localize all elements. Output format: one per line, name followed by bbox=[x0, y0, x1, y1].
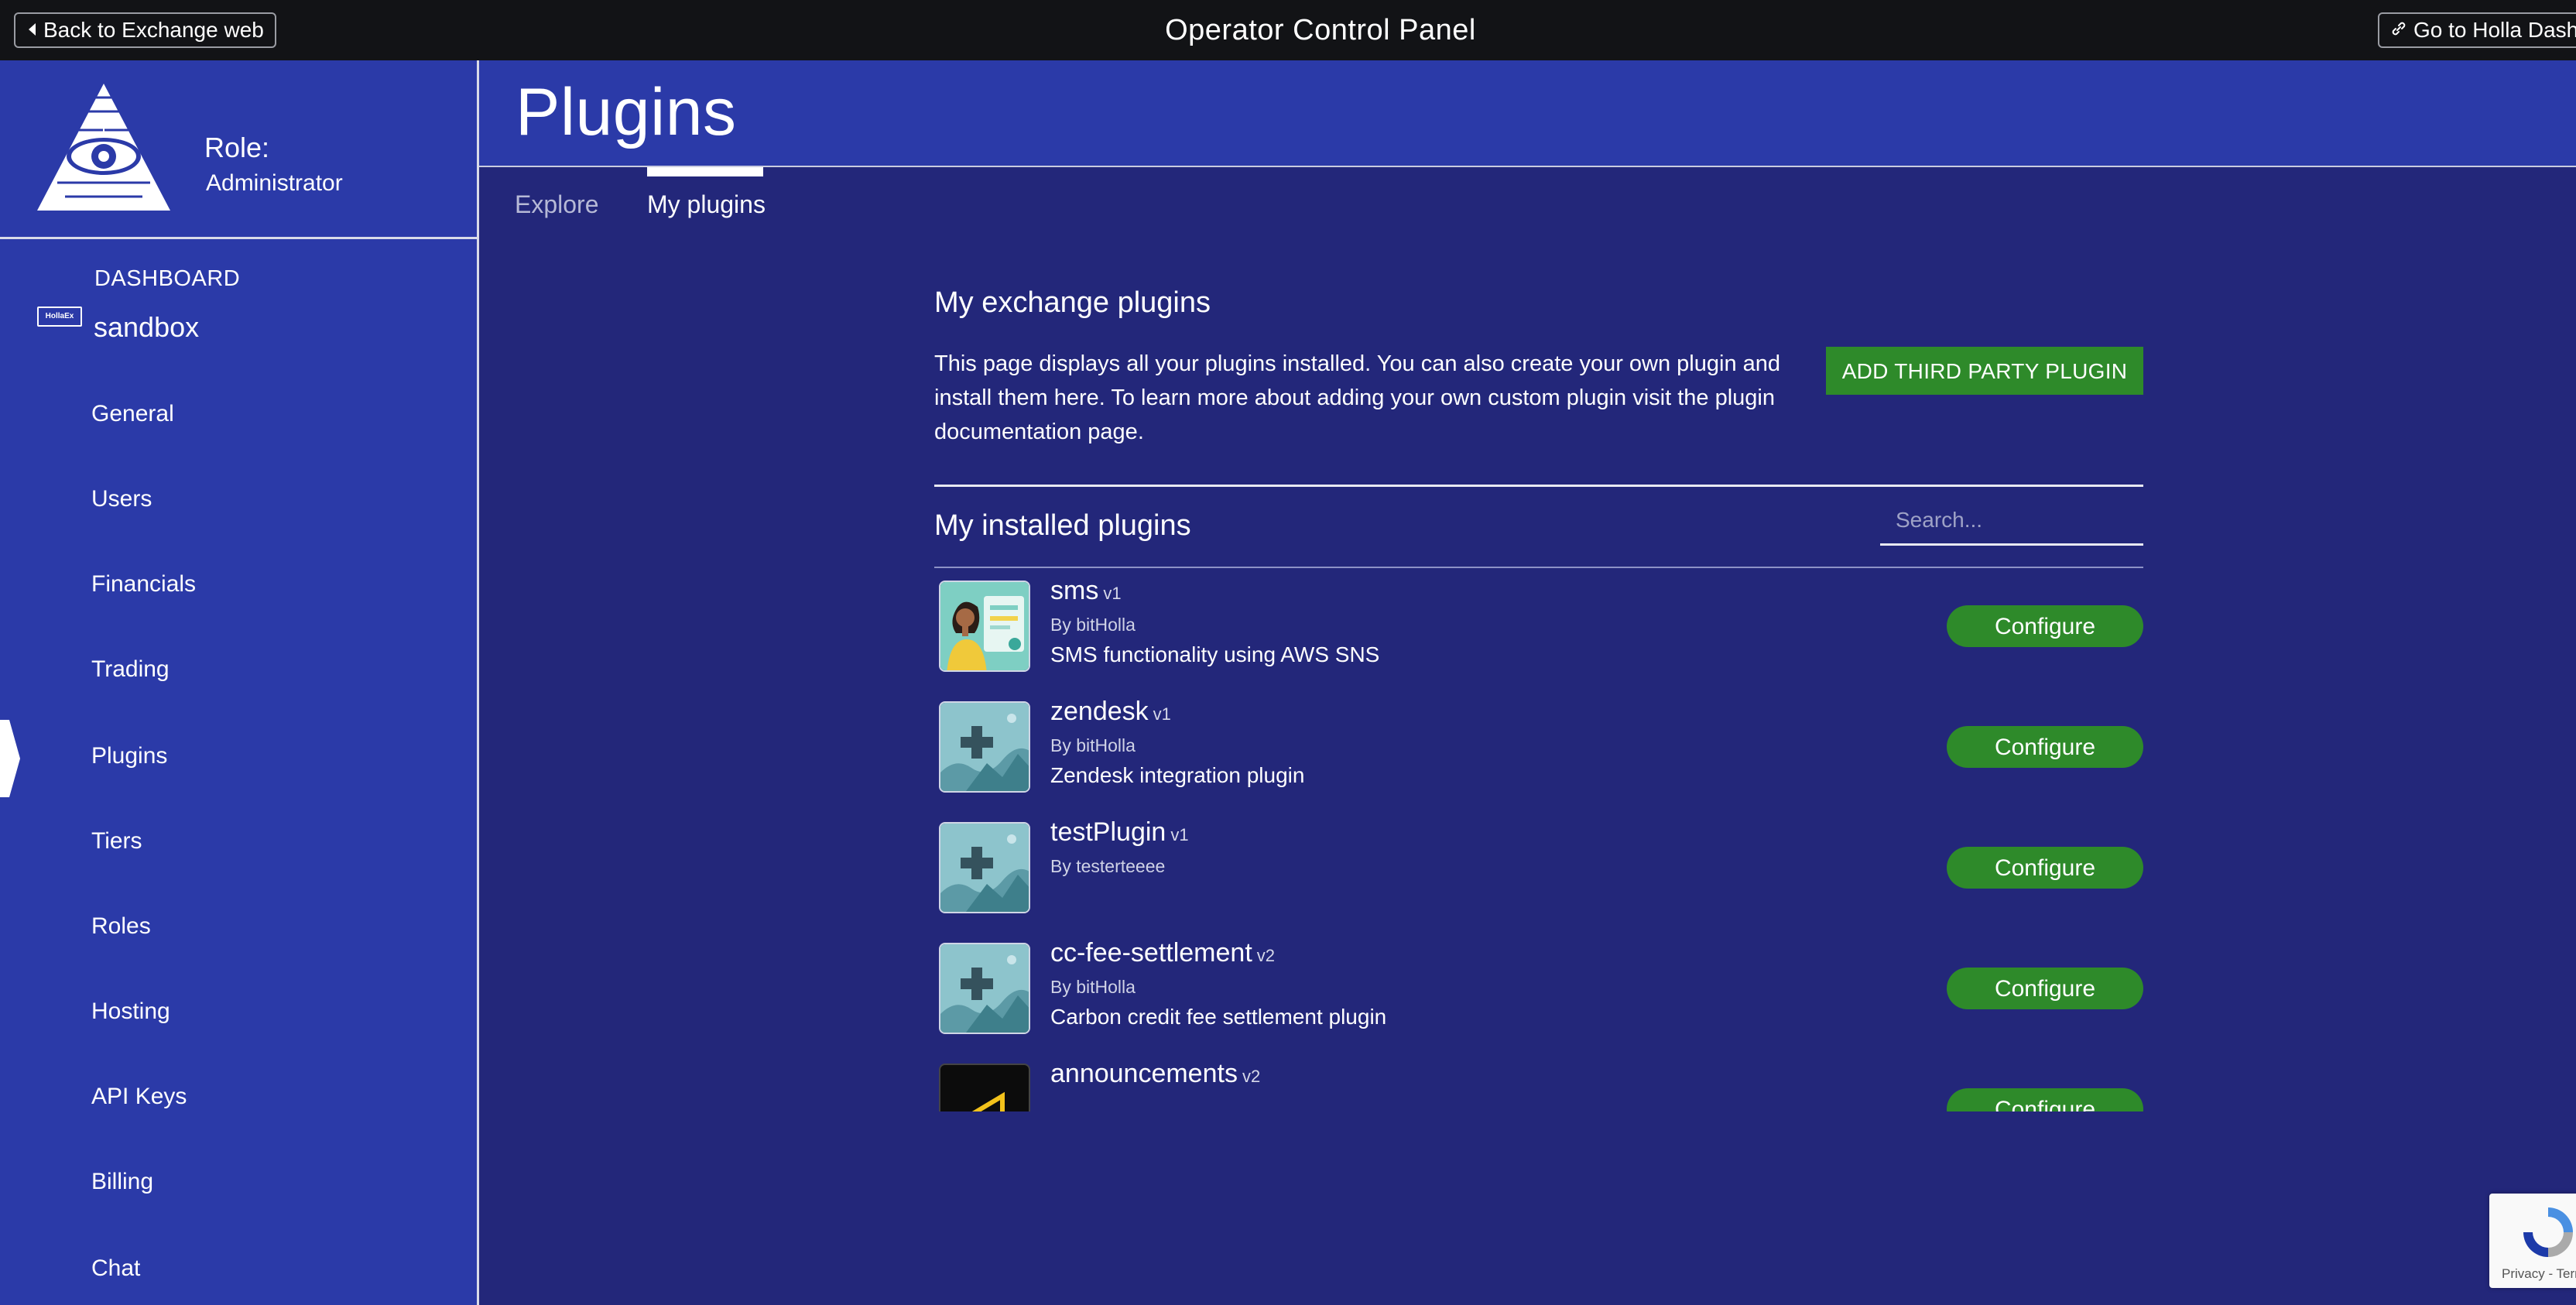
plugin-version: v1 bbox=[1153, 704, 1171, 724]
plugin-name: zendesk v1 bbox=[1050, 697, 1171, 726]
panel-title: Operator Control Panel bbox=[1165, 14, 1476, 46]
go-to-dash-button[interactable]: Go to Holla Dash bbox=[2378, 12, 2576, 48]
active-tab-indicator bbox=[647, 167, 763, 176]
section-title: My exchange plugins bbox=[934, 286, 1211, 319]
divider bbox=[934, 485, 2143, 487]
section-description: This page displays all your plugins inst… bbox=[934, 351, 1781, 444]
role-value: Administrator bbox=[206, 170, 343, 196]
plugin-name: cc-fee-settlement v2 bbox=[1050, 938, 1276, 968]
sidebar-item-api-keys[interactable]: API Keys bbox=[91, 1084, 187, 1110]
plugin-row-announcements: announcements v2 Configure bbox=[934, 1059, 2143, 1111]
search-box bbox=[1880, 500, 2143, 546]
eye-pyramid-logo-icon bbox=[37, 84, 170, 211]
sidebar-header: Role: Administrator bbox=[0, 60, 477, 239]
search-input[interactable] bbox=[1880, 500, 2140, 540]
dashboard-label: DASHBOARD bbox=[94, 266, 241, 291]
plugin-row-sms: sms v1 By bitHolla SMS functionality usin… bbox=[934, 581, 2143, 701]
plugin-description: SMS functionality using AWS SNS bbox=[1050, 642, 1380, 666]
sidebar-item-billing[interactable]: Billing bbox=[91, 1169, 153, 1195]
recaptcha-privacy-terms[interactable]: Privacy - Terms bbox=[2502, 1266, 2576, 1282]
tab-my-plugins[interactable]: My plugins bbox=[647, 190, 766, 219]
tab-explore[interactable]: Explore bbox=[515, 190, 599, 219]
plugin-row-testplugin: testPlugin v1 By testerteeee Configure bbox=[934, 817, 2143, 943]
plugin-name: announcements v2 bbox=[1050, 1059, 1261, 1088]
plugin-version: v1 bbox=[1103, 584, 1122, 603]
top-bar: Back to Exchange web Operator Control Pa… bbox=[0, 0, 2576, 62]
sidebar-item-general[interactable]: General bbox=[91, 401, 174, 427]
plugin-name: testPlugin v1 bbox=[1050, 817, 1189, 847]
sidebar-item-plugins[interactable]: Plugins bbox=[91, 743, 167, 769]
plugin-author: By testerteeee bbox=[1050, 856, 1166, 876]
sidebar-item-roles[interactable]: Roles bbox=[91, 913, 151, 940]
exchange-name[interactable]: sandbox bbox=[94, 311, 199, 344]
megaphone-icon bbox=[939, 1064, 1030, 1111]
configure-button[interactable]: Configure bbox=[1947, 605, 2143, 647]
recaptcha-badge[interactable]: Privacy - Terms bbox=[2489, 1194, 2576, 1288]
plugin-author: By bitHolla bbox=[1050, 615, 1136, 635]
sms-person-icon bbox=[939, 581, 1030, 672]
plugin-description: Carbon credit fee settlement plugin bbox=[1050, 1005, 1387, 1029]
configure-button[interactable]: Configure bbox=[1947, 726, 2143, 768]
plugin-author: By bitHolla bbox=[1050, 735, 1136, 755]
plugin-description: Zendesk integration plugin bbox=[1050, 763, 1305, 787]
add-third-party-plugin-button[interactable]: ADD THIRD PARTY PLUGIN bbox=[1826, 347, 2143, 395]
active-item-marker-icon bbox=[0, 720, 20, 797]
sidebar-item-trading[interactable]: Trading bbox=[91, 656, 170, 683]
plugin-version: v2 bbox=[1256, 946, 1276, 965]
plugin-row-cc-fee-settlement: cc-fee-settlement v2 By bitHolla Carbon c… bbox=[934, 938, 2143, 1064]
sidebar-item-hosting[interactable]: Hosting bbox=[91, 998, 170, 1025]
configure-button[interactable]: Configure bbox=[1947, 968, 2143, 1009]
recaptcha-icon bbox=[2523, 1207, 2573, 1257]
installed-plugins-title: My installed plugins bbox=[934, 509, 1191, 542]
plugin-list: sms v1 By bitHolla SMS functionality usin… bbox=[934, 581, 2143, 1111]
sidebar-item-tiers[interactable]: Tiers bbox=[91, 828, 142, 855]
exchange-badge-icon: HollaEx bbox=[37, 307, 82, 327]
plugin-default-icon bbox=[939, 822, 1030, 913]
go-to-dash-label: Go to Holla Dash bbox=[2413, 18, 2576, 42]
sidebar-item-users[interactable]: Users bbox=[91, 486, 152, 512]
link-icon bbox=[2390, 14, 2407, 46]
plugin-default-icon bbox=[939, 701, 1030, 793]
sidebar-item-chat[interactable]: Chat bbox=[91, 1255, 140, 1282]
plugin-default-icon bbox=[939, 943, 1030, 1034]
sidebar: Role: Administrator DASHBOARD HollaEx sa… bbox=[0, 60, 479, 1305]
sidebar-item-financials[interactable]: Financials bbox=[91, 571, 196, 598]
role-title: Role: bbox=[204, 132, 270, 163]
plugin-version: v1 bbox=[1170, 825, 1189, 844]
configure-button[interactable]: Configure bbox=[1947, 1088, 2143, 1111]
plugin-name: sms v1 bbox=[1050, 581, 1122, 605]
plugin-author: By bitHolla bbox=[1050, 977, 1136, 997]
configure-button[interactable]: Configure bbox=[1947, 847, 2143, 889]
page-header: Plugins bbox=[479, 60, 2576, 167]
divider bbox=[934, 567, 2143, 568]
plugin-version: v2 bbox=[1242, 1067, 1261, 1086]
page-title: Plugins bbox=[516, 75, 737, 149]
plugin-row-zendesk: zendesk v1 By bitHolla Zendesk integratio… bbox=[934, 697, 2143, 822]
